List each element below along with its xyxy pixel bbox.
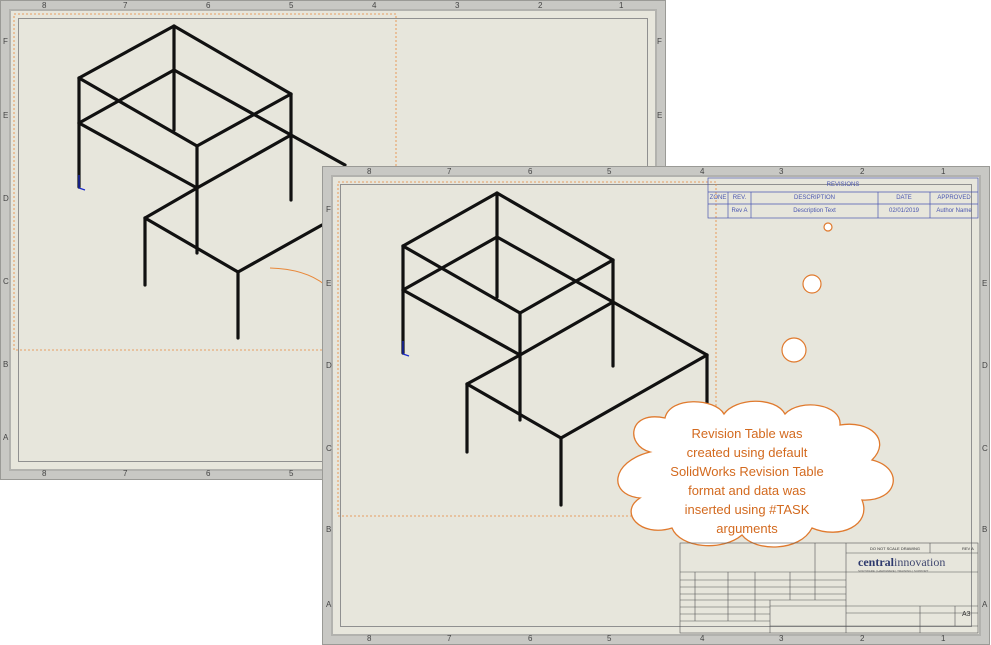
callout-line: inserted using #TASK (684, 502, 810, 517)
title-block-rev: REV A (962, 546, 974, 551)
revision-cell-rev: Rev A (731, 208, 748, 214)
sheet-2-model-view (337, 177, 979, 634)
revision-table-title: REVISIONS (826, 182, 860, 188)
callout-line: Revision Table was (691, 426, 803, 441)
revision-cell-description: Description Text (793, 208, 836, 214)
callout-line: format and data was (688, 483, 806, 498)
callout-text: Revision Table was created using default… (640, 424, 854, 538)
title-block-drawing-label: DO NOT SCALE DRAWING (870, 546, 921, 551)
revision-header-rev: REV. (732, 195, 747, 201)
callout-line: SolidWorks Revision Table (670, 464, 824, 479)
logo-main-text: central (858, 555, 894, 569)
revision-header-zone: ZONE (709, 195, 727, 201)
revision-header-approved: APPROVED (937, 195, 971, 201)
logo-rest-text: innovation (893, 555, 946, 569)
callout-line: created using default (686, 445, 808, 460)
revision-header-date: DATE (896, 195, 912, 201)
callout-line: arguments (716, 521, 778, 536)
callout-bubbles (781, 222, 833, 363)
revision-cell-approved: Author Name (936, 208, 972, 214)
revision-cell-date: 02/01/2019 (888, 208, 920, 214)
company-logo: centralinnovation (858, 555, 945, 570)
logo-tagline: SOFTWARE | HARDWARE | TRAINING | SUPPORT (858, 569, 929, 573)
title-block-sheet-size: A3 (962, 611, 971, 618)
revision-header-description: DESCRIPTION (793, 195, 835, 201)
